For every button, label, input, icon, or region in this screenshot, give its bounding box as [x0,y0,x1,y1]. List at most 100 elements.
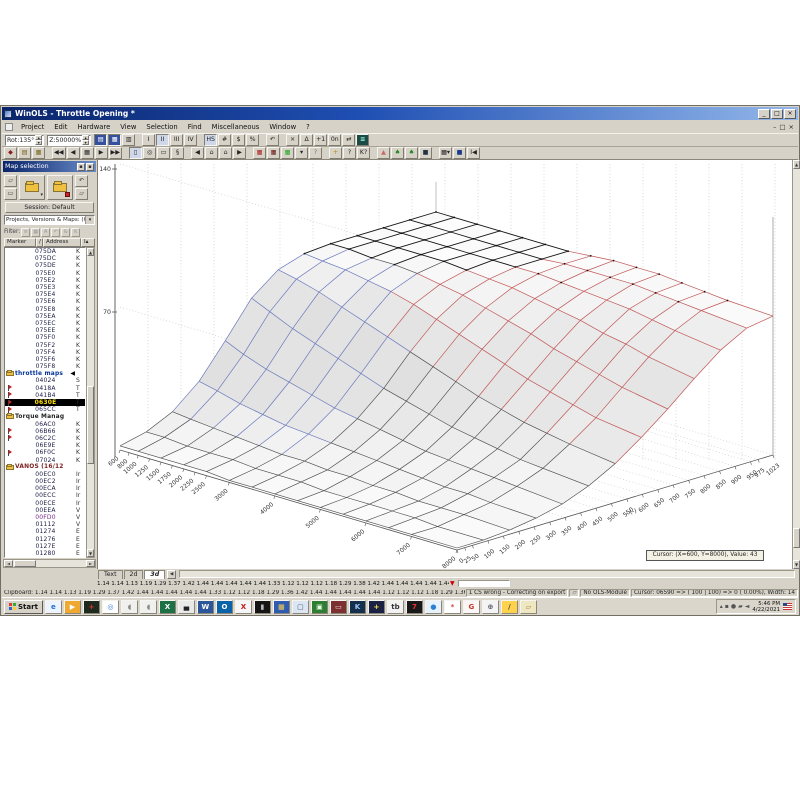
menu-window[interactable]: Window [264,122,301,132]
map-row[interactable]: 0127EE [5,543,85,550]
maximize-button[interactable]: □ [771,109,783,119]
map-row[interactable]: 065CCT [5,406,85,413]
map-row[interactable]: 075F8K [5,363,85,370]
width-16bit-button[interactable]: II [156,134,169,146]
save-version-button[interactable]: ▭ [4,188,17,200]
taskbar-icon-g-diag[interactable]: G [463,600,480,614]
taskbar-icon-video-tool[interactable]: + [83,600,100,614]
open-project-button[interactable]: ▤ [18,147,31,159]
view-3d-button[interactable]: ▦ [108,134,121,146]
menu-find[interactable]: Find [183,122,207,132]
import-file-button[interactable] [47,175,73,200]
taskbar-icon-capture-1[interactable]: ◖ [121,600,138,614]
next-map-button[interactable]: ▶ [95,147,108,159]
start-button[interactable]: Start [4,600,43,614]
taskbar-icon-folder-open[interactable]: ▱ [520,600,537,614]
map-group-row[interactable]: throttle maps◀ [5,370,85,377]
filter-text-button[interactable]: ≡ [21,228,30,237]
taskbar-icon-tunerbox[interactable]: tb [387,600,404,614]
taskbar-icon-browser-round[interactable]: ● [425,600,442,614]
op-swap-button[interactable]: ⇄ [342,134,355,146]
hscroll-thumb[interactable] [14,560,36,567]
view-2d-button[interactable]: ▤ [94,134,107,146]
grid-dropdown-button[interactable]: ▦▾ [439,147,452,159]
map-row[interactable]: 00EEAV [5,507,85,514]
tray-icon-1[interactable]: ▪ [725,604,729,610]
project-grid-button[interactable]: ▦ [32,147,45,159]
map-row[interactable]: 075E8K [5,306,85,313]
scroll-up-icon[interactable]: ▲ [87,248,94,256]
export-chart-button[interactable]: ▲ [377,147,390,159]
map-row[interactable]: 075F0K [5,334,85,341]
screen-view-button[interactable]: ▭ [157,147,170,159]
map-row[interactable]: 06F0CK [5,449,85,456]
width-32bit-button[interactable]: IV [184,134,197,146]
add-marker-button[interactable]: + [329,147,342,159]
map-3d-view[interactable]: 1407060080010001250150017502000225025003… [98,160,792,569]
last-map-button[interactable]: ▶▶ [109,147,123,159]
panel-close-button[interactable]: ▪ [86,163,94,171]
taskbar-icon-close-doc[interactable]: X [235,600,252,614]
map-red-button[interactable]: ▦ [253,147,266,159]
map-row[interactable]: 00ECEIr [5,500,85,507]
tray-icon-0[interactable]: ▴ [720,604,723,610]
filter-alpha-button[interactable]: A [41,228,50,237]
values-decimal-button[interactable]: # [218,134,231,146]
mdi-restore-button[interactable]: □ [779,123,785,131]
taskbar-icon-internet-explorer[interactable]: e [45,600,62,614]
map-row[interactable]: 075DAK [5,248,85,255]
map-row[interactable]: 01112V [5,521,85,528]
tray-icon-2[interactable]: ● [731,604,736,610]
zoom-tool-button[interactable]: ◎ [143,147,156,159]
filter-key-button[interactable]: K [71,228,80,237]
map-row[interactable]: 075E3K [5,284,85,291]
width-24bit-button[interactable]: III [170,134,183,146]
undo-version-button[interactable]: ↶ [75,175,88,187]
menu-selection[interactable]: Selection [141,122,182,132]
throttle-map-surface-chart[interactable]: 1407060080010001250150017502000225025003… [98,160,792,569]
taskbar-icon-capture-2[interactable]: ◖ [140,600,157,614]
map-group-row[interactable]: VANOS (16/12 [5,464,85,471]
title-bar[interactable]: WinOLS - Throttle Opening * _□× [2,107,798,120]
map-row[interactable]: 07024K [5,456,85,463]
map-row[interactable]: 04024S [5,377,85,384]
map-dark-button[interactable]: ▦ [267,147,280,159]
home-alt-button[interactable]: ⌂ [219,147,232,159]
map-list-scrollbar[interactable]: ▲ ▼ [86,247,95,558]
maps-scope-dropdown[interactable]: Projects, Versions & Maps: (Ctr ▾ [4,215,95,225]
map-row[interactable]: 01280E [5,550,85,557]
op-delta-button[interactable]: Δ [300,134,313,146]
chart-vscrollbar[interactable]: ▲ ▼ [792,160,800,569]
navy-box-button[interactable]: ■ [453,147,466,159]
map-row[interactable]: 075E0K [5,270,85,277]
menu-hardware[interactable]: Hardware [72,122,115,132]
taskbar-icon-wrench[interactable]: / [501,600,518,614]
filter-undo-button[interactable]: ↶ [51,228,60,237]
home-view-button[interactable]: ⌂ [205,147,218,159]
map-row[interactable]: 00EC2Ir [5,478,85,485]
column-header-0[interactable]: Marker [4,238,36,247]
menu-edit[interactable]: Edit [49,122,72,132]
taskbar-icon-flash-tool[interactable]: ▣ [311,600,328,614]
map-row[interactable]: 06B66K [5,428,85,435]
taskbar-icon-chrome[interactable]: ◎ [102,600,119,614]
map-row[interactable]: 06E9EK [5,442,85,449]
map-row[interactable]: 06AC0K [5,421,85,428]
signature-tool-button[interactable]: § [171,147,184,159]
tray-icon-3[interactable]: ▰ [738,604,743,610]
map-row[interactable]: 075EEK [5,327,85,334]
export-version-button[interactable]: ▱ [75,188,88,200]
map-row[interactable]: 075E6K [5,298,85,305]
column-header-1[interactable]: / [36,238,43,247]
menu-help[interactable]: ? [301,122,315,132]
frame-left-button[interactable]: I◀ [467,147,480,159]
zoom-field[interactable]: Z:50000% ▴▾ [47,135,91,146]
tab-scroll-left-icon[interactable]: ◀ [167,570,176,579]
context-help-button[interactable]: K? [357,147,370,159]
taskbar-icon-excel[interactable]: X [159,600,176,614]
map-row[interactable]: 075E4K [5,291,85,298]
map-row[interactable]: 00FD0V [5,514,85,521]
selection-mode-button[interactable]: ▯ [129,147,142,159]
view-original-button[interactable]: ▥ [122,134,135,146]
map-row[interactable]: 0630ET [5,399,85,406]
